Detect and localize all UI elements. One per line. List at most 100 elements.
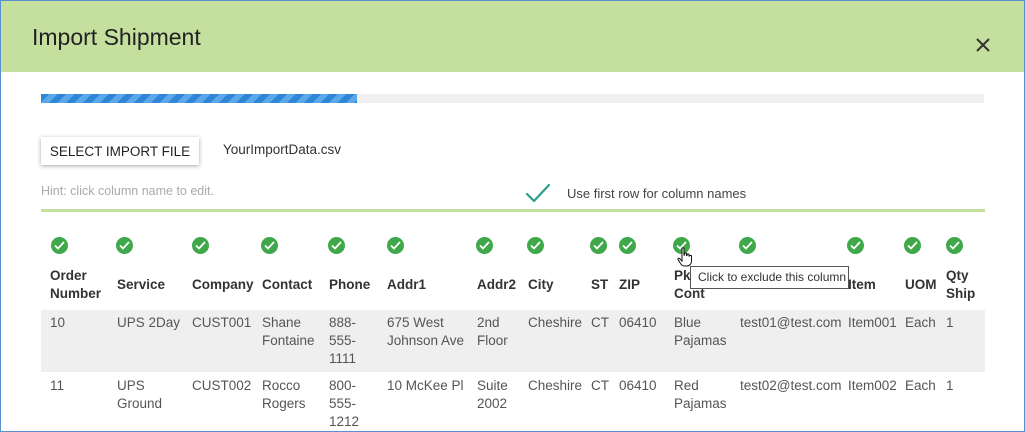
cell-text: Red <box>674 378 699 393</box>
cell-text: UPS <box>117 378 145 393</box>
column-include-check-icon[interactable] <box>51 237 68 254</box>
table-cell: 2nd Floor <box>477 314 508 350</box>
table-cell: Red Pajamas <box>674 377 727 413</box>
column-include-check-icon[interactable] <box>261 237 278 254</box>
column-include-check-icon[interactable] <box>387 237 404 254</box>
column-header[interactable]: ST <box>591 276 608 294</box>
column-header[interactable]: City <box>528 276 554 294</box>
tooltip: Click to exclude this column <box>690 266 849 289</box>
cell-text: 10 <box>50 315 66 330</box>
table-cell: 1 <box>946 314 954 332</box>
column-include-check-icon[interactable] <box>590 237 607 254</box>
table-cell: Item002 <box>848 377 897 395</box>
table-cell: test01@test.com <box>740 314 842 332</box>
column-header[interactable]: ZIP <box>619 276 640 294</box>
cell-text: Pajamas <box>674 333 727 348</box>
column-header[interactable]: Phone <box>329 276 370 294</box>
table-cell: 11 <box>50 377 64 395</box>
cell-text: 555- <box>329 396 357 411</box>
column-header-line: Order <box>50 268 87 283</box>
column-header-line: Ship <box>946 286 976 301</box>
table-cell: CT <box>591 314 609 332</box>
divider <box>41 209 985 212</box>
column-header[interactable]: UOM <box>905 276 937 294</box>
column-header[interactable]: Order Number <box>50 267 101 303</box>
table-cell: Shane Fontaine <box>262 314 315 350</box>
table-cell: Cheshire <box>528 314 582 332</box>
column-header[interactable]: Item <box>848 276 876 294</box>
cell-text: 800- <box>329 378 357 393</box>
dialog-header: Import Shipment <box>1 1 1024 72</box>
progress-bar <box>41 94 984 103</box>
cell-text: Suite <box>477 378 508 393</box>
cell-text: Pajamas <box>674 396 727 411</box>
column-include-check-icon[interactable] <box>476 237 493 254</box>
column-include-check-icon[interactable] <box>192 237 209 254</box>
cell-text: Ground <box>117 396 163 411</box>
cell-text: 1212 <box>329 414 360 429</box>
column-header[interactable]: Addr2 <box>477 276 516 294</box>
column-header-line: Qty <box>946 268 969 283</box>
cell-text: 06410 <box>619 315 657 330</box>
column-header[interactable]: Company <box>192 276 254 294</box>
column-header[interactable]: Addr1 <box>387 276 426 294</box>
close-icon[interactable] <box>973 35 993 55</box>
dialog-title: Import Shipment <box>32 24 201 50</box>
table-cell: 1 <box>946 377 954 395</box>
cell-text: 675 West <box>387 315 444 330</box>
column-include-check-icon[interactable] <box>739 237 756 254</box>
selected-file-name: YourImportData.csv <box>223 142 342 157</box>
cell-text: CUST001 <box>192 315 252 330</box>
first-row-checkbox[interactable] <box>525 182 551 204</box>
cell-text: Item002 <box>848 378 897 393</box>
table-row: 10 UPS 2Day CUST001 Shane Fontaine 888- 555- 11… <box>41 310 985 372</box>
cell-text: Cheshire <box>528 378 583 393</box>
table-cell: CT <box>591 377 609 395</box>
table-cell: 10 <box>50 314 65 332</box>
cell-text: CT <box>591 315 609 330</box>
table-cell: 675 West Johnson Ave <box>387 314 464 350</box>
table-cell: test02@test.com <box>740 377 842 395</box>
table-cell: 06410 <box>619 377 657 395</box>
cell-text: Fontaine <box>262 333 315 348</box>
column-header[interactable]: Contact <box>262 276 312 294</box>
cell-text: 2002 <box>477 396 508 411</box>
cell-text: Blue <box>674 315 702 330</box>
hint-text: Hint: click column name to edit. <box>41 184 214 198</box>
column-include-check-icon[interactable] <box>527 237 544 254</box>
column-header[interactable]: Qty Ship <box>946 267 975 303</box>
cell-text: CUST002 <box>192 378 252 393</box>
cell-text: Each <box>905 315 936 330</box>
select-import-file-button[interactable]: SELECT IMPORT FILE <box>41 137 199 165</box>
progress-fill <box>41 94 357 103</box>
column-include-check-icon[interactable] <box>904 237 921 254</box>
column-include-check-icon[interactable] <box>116 237 133 254</box>
table-row: 11 UPS Ground CUST002 Rocco Rogers 800- 555- 121… <box>41 373 985 431</box>
cell-text: Cheshire <box>528 315 583 330</box>
table-cell: CUST001 <box>192 314 251 332</box>
cell-text: Item001 <box>848 315 897 330</box>
table-cell: Cheshire <box>528 377 582 395</box>
cell-text: 11 <box>50 378 65 393</box>
cell-text: 10 McKee Pl <box>387 378 464 393</box>
column-include-check-icon[interactable] <box>328 237 345 254</box>
cell-text: 1 <box>946 315 954 330</box>
hand-cursor-icon <box>677 247 693 267</box>
table-cell: 06410 <box>619 314 657 332</box>
table-cell: 10 McKee Pl <box>387 377 464 395</box>
first-row-label: Use first row for column names <box>567 186 747 201</box>
column-header[interactable]: Service <box>117 276 165 294</box>
cell-text: test01@test.com <box>740 315 842 330</box>
column-include-check-icon[interactable] <box>946 237 963 254</box>
table-cell: 800- 555- 1212 <box>329 377 359 431</box>
cell-text: Each <box>905 378 936 393</box>
cell-text: Johnson Ave <box>387 333 465 348</box>
import-dialog: Import Shipment SELECT IMPORT FILE YourI… <box>0 0 1025 432</box>
table-cell: Rocco Rogers <box>262 377 306 413</box>
cell-text: UPS 2Day <box>117 315 181 330</box>
column-include-check-icon[interactable] <box>619 237 636 254</box>
cell-text: 2nd <box>477 315 500 330</box>
column-include-check-icon[interactable] <box>847 237 864 254</box>
cell-text: 1 <box>946 378 954 393</box>
table-cell: CUST002 <box>192 377 251 395</box>
